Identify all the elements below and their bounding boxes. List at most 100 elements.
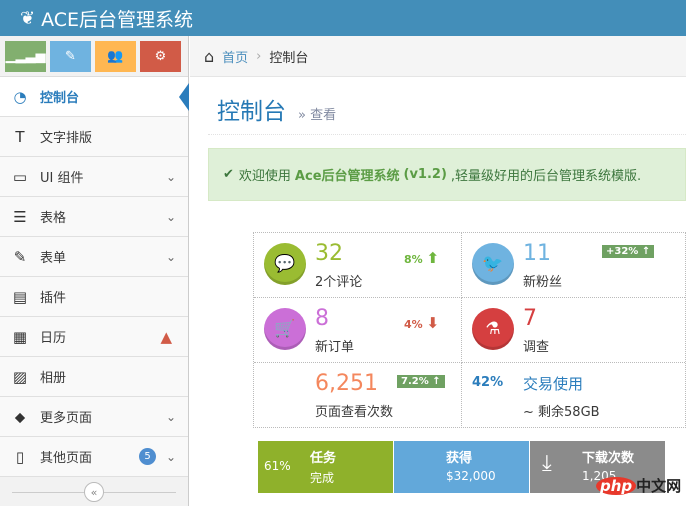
change: 8% ⬆ xyxy=(404,249,439,267)
count-badge: 5 xyxy=(139,448,156,465)
title: 任务 xyxy=(310,451,337,466)
arrow-down-icon: ⬇ xyxy=(426,314,440,332)
sub: $32,000 xyxy=(446,469,496,483)
arrow-up-icon: ↑ xyxy=(432,376,441,387)
alert-brand: Ace后台管理系统 xyxy=(294,169,400,184)
label: 调查 xyxy=(523,340,550,355)
divider xyxy=(208,134,686,135)
arrow-up-icon: ⬆ xyxy=(426,249,440,267)
collapse-icon[interactable]: « xyxy=(84,482,104,502)
change-text: 4% xyxy=(404,318,423,331)
chevron-down-icon: ⌄ xyxy=(165,409,176,424)
sidebar-item-other[interactable]: ▯ 其他页面 5 ⌄ xyxy=(0,437,188,477)
edit-icon: ✎ xyxy=(13,247,27,266)
alert-version: (v1.2) xyxy=(403,167,447,182)
infobox-followers: 🐦 11 新粉丝 +32% ↑ xyxy=(462,233,686,298)
app-title[interactable]: ACE后台管理系统 xyxy=(41,5,193,32)
label: 页面查看次数 xyxy=(315,405,394,420)
sidebar-item-typography[interactable]: T 文字排版 xyxy=(0,117,188,157)
chevron-down-icon: ⌄ xyxy=(165,249,176,264)
welcome-alert: ✔ 欢迎使用 Ace后台管理系统 (v1.2) ,轻量级好用的后台管理系统模版. xyxy=(208,148,686,201)
label: 表格 xyxy=(40,211,67,226)
label: 控制台 xyxy=(40,91,80,106)
chevron-down-icon: ⌄ xyxy=(165,209,176,224)
php-logo: php xyxy=(596,477,637,495)
value: 6,251 xyxy=(315,371,378,396)
sidebar-item-gallery[interactable]: ▨ 相册 xyxy=(0,357,188,397)
file-icon: ▯ xyxy=(15,447,25,466)
change-text: 7.2% xyxy=(401,376,429,387)
alert-suffix: ,轻量级好用的后台管理系统模版. xyxy=(450,169,642,184)
label: 日历 xyxy=(40,331,67,346)
breadcrumb: ⌂ 首页 › 控制台 xyxy=(190,36,686,77)
change-tag: +32% ↑ xyxy=(602,245,655,258)
users-button[interactable]: 👥 xyxy=(95,41,136,72)
sub: 完成 xyxy=(310,471,335,485)
chevron-down-icon: ⌄ xyxy=(165,169,176,184)
title: 下载次数 xyxy=(582,451,635,466)
signal-button[interactable]: ▁▂▃▅ xyxy=(5,41,46,72)
sidebar: ▁▂▃▅ ✎ 👥 ⚙ ◔ 控制台 T 文字排版 ▭ UI 组件 ⌄ ☰ 表格 ⌄ ✎ 表单 ⌄ … xyxy=(0,36,189,506)
warning-icon: ▲ xyxy=(160,327,172,346)
value: 32 xyxy=(315,241,343,266)
label: UI 组件 xyxy=(40,171,84,186)
title: 交易使用 xyxy=(523,375,584,393)
check-icon: ✔ xyxy=(223,167,234,182)
sidebar-item-tables[interactable]: ☰ 表格 ⌄ xyxy=(0,197,188,237)
percent: 61% xyxy=(264,459,291,473)
infobox-comments: 💬 32 2个评论 8% ⬆ xyxy=(254,233,462,298)
separator: › xyxy=(256,48,262,64)
stat-box-tasks: 61% 任务 完成 xyxy=(258,441,393,493)
sidebar-item-dashboard[interactable]: ◔ 控制台 xyxy=(0,77,189,117)
flask-icon: ⚗ xyxy=(472,308,514,350)
sidebar-item-widgets[interactable]: ▤ 插件 xyxy=(0,277,188,317)
alert-prefix: 欢迎使用 xyxy=(238,169,291,184)
download-icon: ⤓ xyxy=(542,451,552,476)
page-title: 控制台 xyxy=(217,99,286,125)
subtitle-text: 查看 xyxy=(310,108,337,123)
cogs-button[interactable]: ⚙ xyxy=(140,41,181,72)
breadcrumb-current: 控制台 xyxy=(269,50,309,66)
label: ~ 剩余58GB xyxy=(523,405,600,420)
navbar: ❦ ACE后台管理系统 xyxy=(0,0,686,36)
tag-icon: ⬥ xyxy=(14,407,26,426)
page-subtitle: » 查看 xyxy=(298,108,337,123)
page-header: 控制台 » 查看 xyxy=(217,92,336,126)
percent: 42% xyxy=(472,375,504,390)
label: 新粉丝 xyxy=(523,275,563,290)
twitter-icon: 🐦 xyxy=(472,243,514,285)
label: 更多页面 xyxy=(40,411,93,426)
label: 新订单 xyxy=(315,340,355,355)
sidebar-item-calendar[interactable]: ▦ 日历 ▲ xyxy=(0,317,188,357)
label: 相册 xyxy=(40,371,67,386)
shortcuts: ▁▂▃▅ ✎ 👥 ⚙ xyxy=(0,36,188,77)
change: 4% ⬇ xyxy=(404,314,439,332)
label: 表单 xyxy=(40,251,67,266)
calendar-icon: ▦ xyxy=(12,327,28,346)
label: 文字排版 xyxy=(40,131,93,146)
arrow-up-icon: ↑ xyxy=(641,246,651,257)
watermark: php 中文网 xyxy=(596,475,681,496)
infobox-survey: ⚗ 7 调查 xyxy=(462,298,686,363)
text-icon: T xyxy=(15,127,25,146)
sidebar-item-forms[interactable]: ✎ 表单 ⌄ xyxy=(0,237,188,277)
desktop-icon: ▭ xyxy=(12,167,28,186)
sidebar-item-more[interactable]: ⬥ 更多页面 ⌄ xyxy=(0,397,188,437)
sidebar-item-ui[interactable]: ▭ UI 组件 ⌄ xyxy=(0,157,188,197)
change-text: +32% xyxy=(606,246,639,257)
label: 2个评论 xyxy=(315,275,363,290)
change-text: 8% xyxy=(404,253,423,266)
pencil-button[interactable]: ✎ xyxy=(50,41,91,72)
label: 插件 xyxy=(40,291,67,306)
title: 获得 xyxy=(446,451,473,466)
stat-box-earnings: 获得 $32,000 xyxy=(394,441,529,493)
list-icon: ☰ xyxy=(13,207,27,226)
picture-icon: ▨ xyxy=(12,367,28,386)
value: 7 xyxy=(523,306,537,331)
leaf-icon: ❦ xyxy=(20,7,36,29)
chevron-down-icon: ⌄ xyxy=(165,449,176,464)
value: 8 xyxy=(315,306,329,331)
infobox-grid: 💬 32 2个评论 8% ⬆ 🐦 11 新粉丝 +32% ↑ 🛒 8 新订单 4… xyxy=(253,232,686,428)
value: 11 xyxy=(523,241,551,266)
breadcrumb-home[interactable]: 首页 xyxy=(222,47,248,66)
